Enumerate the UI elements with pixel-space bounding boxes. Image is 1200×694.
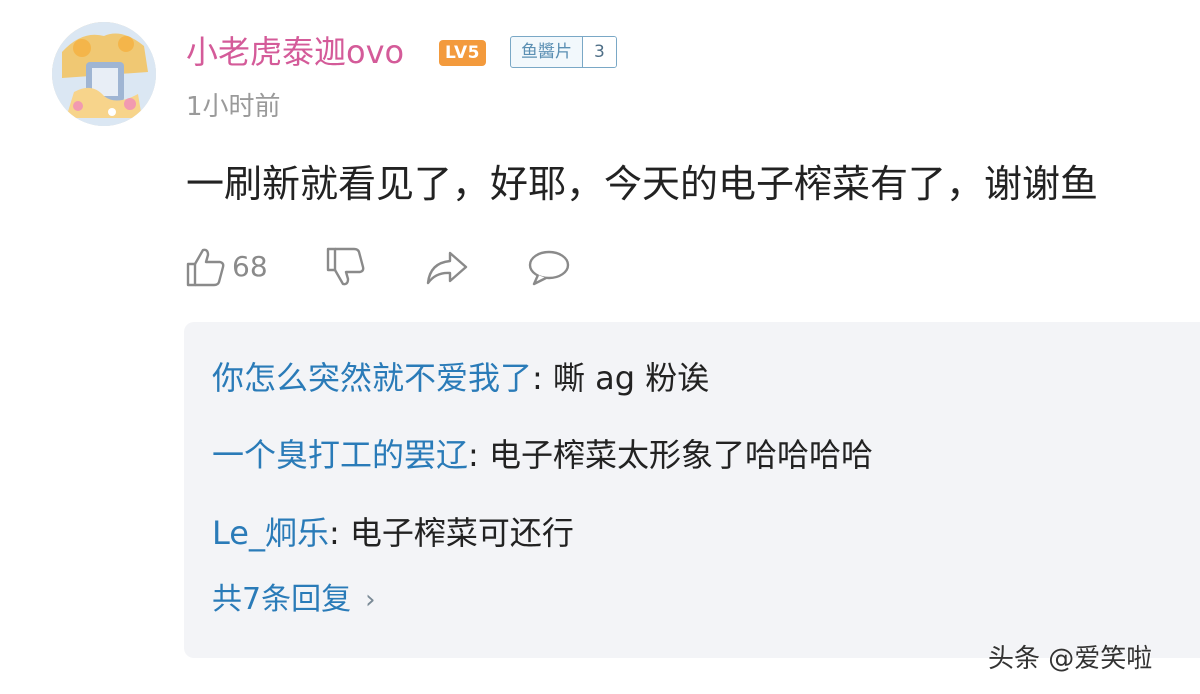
comment-text: 一刷新就看见了，好耶，今天的电子榨菜有了，谢谢鱼	[186, 162, 1099, 206]
reply-text: 电子榨菜太形象了哈哈哈哈	[488, 436, 873, 474]
like-button[interactable]: 68	[184, 246, 268, 288]
comment-button[interactable]	[526, 247, 572, 287]
username[interactable]: 小老虎泰迦ovo	[186, 30, 404, 74]
reply-text: 嘶 ag 粉诶	[552, 359, 710, 397]
comment-page: 小老虎泰迦ovo LV5 鱼醬片 3 1小时前 一刷新就看见了，好耶，今天的电子…	[0, 0, 1200, 694]
comment-actions: 68	[184, 244, 628, 290]
avatar-image	[52, 22, 156, 126]
reply-username[interactable]: 一个臭打工的罢辽	[212, 436, 468, 474]
fan-badge-name: 鱼醬片	[521, 42, 572, 62]
share-icon	[426, 251, 467, 285]
thumbs-down-icon	[326, 247, 365, 286]
comment-icon	[528, 250, 569, 286]
reply-separator: :	[328, 514, 350, 552]
fan-badge-level: 3	[582, 37, 616, 67]
reply-item[interactable]: 一个臭打工的罢辽: 电子榨菜太形象了哈哈哈哈	[212, 432, 873, 478]
more-replies-label: 共7条回复	[212, 582, 352, 617]
like-count: 68	[232, 250, 268, 283]
dislike-button[interactable]	[324, 246, 368, 288]
reply-username[interactable]: 你怎么突然就不爱我了	[212, 359, 532, 397]
fan-badge[interactable]: 鱼醬片 3	[510, 36, 617, 68]
level-badge: LV5	[439, 40, 486, 66]
comment-time: 1小时前	[186, 92, 281, 122]
share-button[interactable]	[424, 247, 470, 287]
reply-item[interactable]: Le_炯乐: 电子榨菜可还行	[212, 510, 574, 556]
thumbs-up-icon	[186, 248, 225, 287]
reply-separator: :	[532, 359, 553, 397]
reply-item[interactable]: 你怎么突然就不爱我了: 嘶 ag 粉诶	[212, 355, 709, 401]
reply-text: 电子榨菜可还行	[349, 514, 574, 552]
reply-username[interactable]: Le_炯乐	[212, 514, 329, 552]
reply-box: 你怎么突然就不爱我了: 嘶 ag 粉诶 一个臭打工的罢辽: 电子榨菜太形象了哈哈…	[184, 322, 1200, 658]
chevron-right-icon: ›	[365, 585, 376, 615]
reply-separator: :	[468, 436, 489, 474]
more-replies-link[interactable]: 共7条回复 ›	[212, 579, 376, 621]
avatar[interactable]	[52, 22, 156, 126]
watermark: 头条 @爱笑啦	[988, 644, 1153, 674]
